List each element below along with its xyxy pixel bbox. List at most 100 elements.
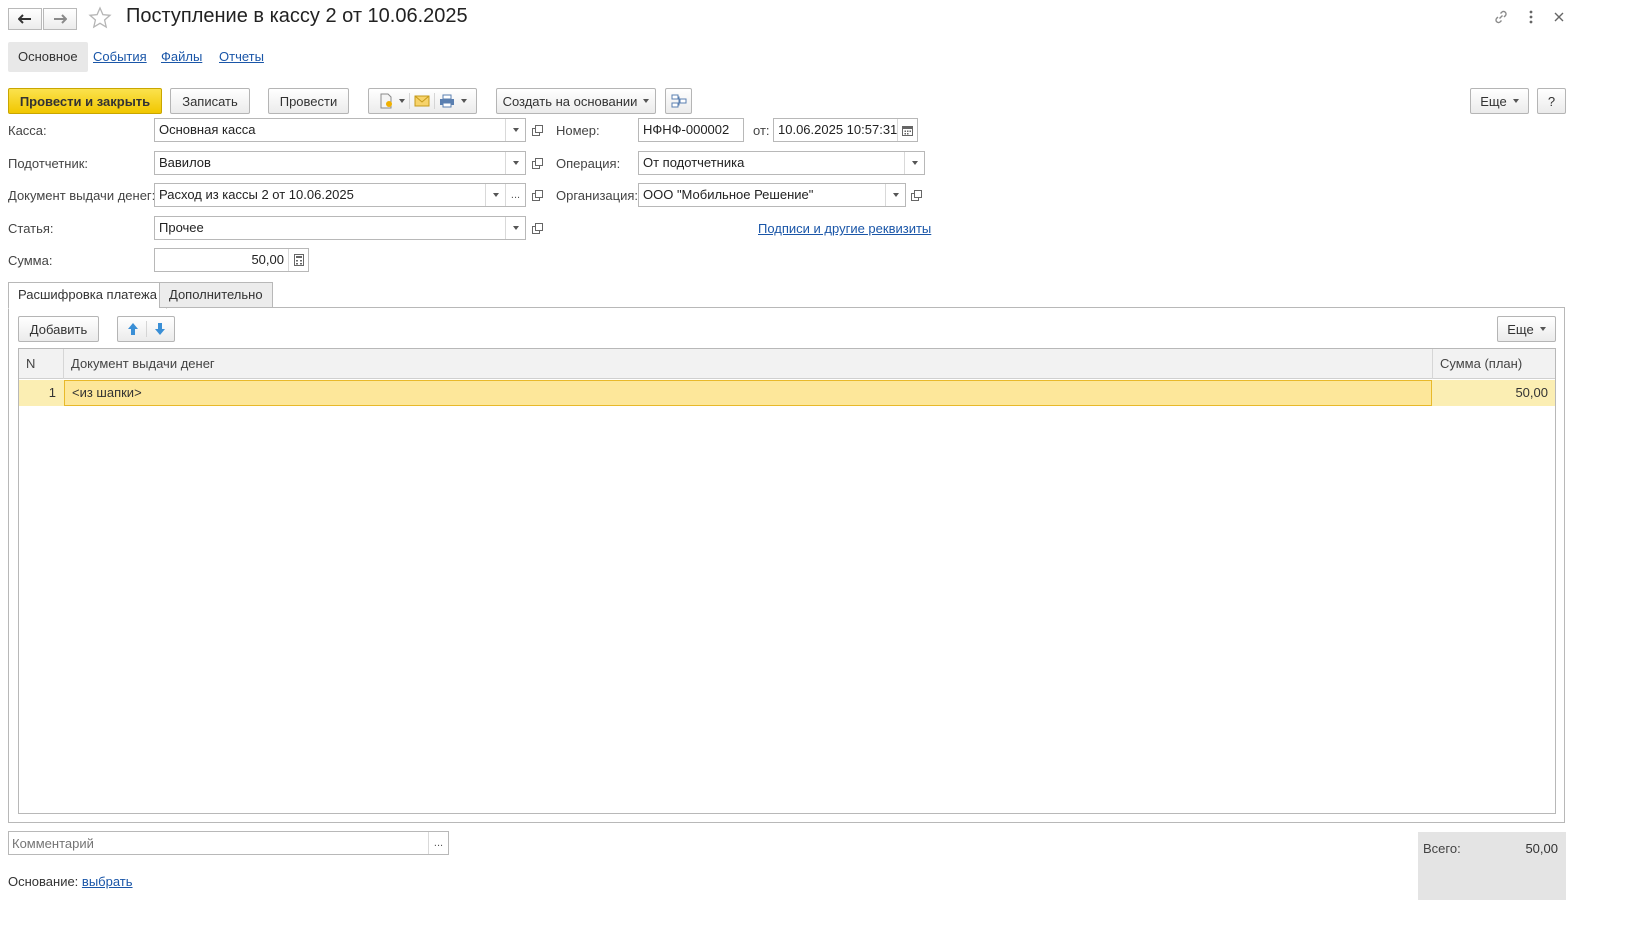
- column-header-document[interactable]: Документ выдачи денег: [64, 349, 1433, 379]
- structure-button[interactable]: [665, 88, 692, 114]
- podotchetnik-dropdown-button[interactable]: [505, 152, 525, 174]
- calendar-button[interactable]: [897, 119, 917, 141]
- calculator-icon: [293, 254, 304, 266]
- move-down-button[interactable]: [149, 322, 171, 336]
- osnovanie-label: Основание:: [8, 874, 79, 889]
- comment-input[interactable]: [9, 832, 428, 854]
- table-more-label: Еще: [1507, 321, 1534, 337]
- save-button[interactable]: Записать: [170, 88, 250, 114]
- totals-panel: Всего: 50,00: [1418, 832, 1566, 900]
- more-button[interactable]: Еще: [1470, 88, 1529, 114]
- statya-label: Статья:: [8, 221, 54, 236]
- total-value: 50,00: [1525, 841, 1558, 856]
- podotchetnik-field[interactable]: Вавилов: [154, 151, 526, 175]
- cell-n[interactable]: 1: [19, 380, 64, 406]
- summa-field[interactable]: 50,00: [154, 248, 309, 272]
- summa-label: Сумма:: [8, 253, 53, 268]
- comment-field[interactable]: ...: [8, 831, 449, 855]
- kassa-value: Основная касса: [159, 122, 256, 137]
- cell-sum[interactable]: 50,00: [1433, 380, 1556, 406]
- arrow-up-icon: [127, 323, 138, 335]
- podotchetnik-label: Подотчетник:: [8, 156, 89, 171]
- cell-document[interactable]: <из шапки>: [64, 380, 1432, 406]
- tab-rasshifrovka[interactable]: Расшифровка платежа: [8, 282, 167, 309]
- close-icon[interactable]: [1551, 9, 1567, 29]
- tab-sobytiya[interactable]: События: [83, 42, 157, 72]
- chevron-down-icon: [512, 226, 519, 230]
- date-field[interactable]: 10.06.2025 10:57:31: [773, 118, 918, 142]
- organizaciya-field[interactable]: ООО "Мобильное Решение": [638, 183, 906, 207]
- nomer-field[interactable]: НФНФ-000002: [638, 118, 744, 142]
- tab-dopolnitelno[interactable]: Дополнительно: [159, 282, 273, 308]
- kassa-open-button[interactable]: [528, 118, 546, 142]
- help-button[interactable]: ?: [1537, 88, 1566, 114]
- envelope-icon: [414, 95, 429, 107]
- open-window-icon: [910, 189, 922, 201]
- doc-vydachi-dropdown-button[interactable]: [485, 184, 505, 206]
- operaciya-field[interactable]: От подотчетника: [638, 151, 925, 175]
- calculator-button[interactable]: [288, 249, 308, 271]
- create-based-on-button[interactable]: Создать на основании: [496, 88, 656, 114]
- kassa-label: Касса:: [8, 123, 47, 138]
- table-row[interactable]: 1 <из шапки> 50,00: [19, 380, 1555, 406]
- chevron-down-icon: [892, 193, 899, 197]
- favorite-star-icon[interactable]: [88, 6, 112, 33]
- chevron-down-icon: [911, 161, 918, 165]
- organizaciya-dropdown-button[interactable]: [885, 184, 905, 206]
- link-icon[interactable]: [1493, 9, 1509, 29]
- podotchetnik-open-button[interactable]: [528, 151, 546, 175]
- forward-button[interactable]: [43, 8, 77, 30]
- create-based-on-label: Создать на основании: [502, 93, 638, 109]
- open-window-icon: [531, 157, 543, 169]
- doc-vydachi-value: Расход из кассы 2 от 10.06.2025: [159, 187, 354, 202]
- osnovanie-select-link[interactable]: выбрать: [82, 874, 133, 889]
- doc-vydachi-select-button[interactable]: ...: [505, 184, 525, 206]
- open-window-icon: [531, 222, 543, 234]
- table-more-button[interactable]: Еще: [1497, 316, 1556, 342]
- add-row-button[interactable]: Добавить: [18, 316, 99, 342]
- calendar-icon: [902, 125, 913, 136]
- tab-osnovnoe[interactable]: Основное: [8, 42, 88, 72]
- table-header: N Документ выдачи денег Сумма (план): [19, 349, 1555, 379]
- hierarchy-icon: [671, 94, 686, 108]
- email-button[interactable]: [414, 95, 430, 107]
- move-up-button[interactable]: [122, 322, 144, 336]
- document-attach-button[interactable]: [379, 93, 405, 109]
- date-label: от:: [753, 123, 770, 138]
- column-header-n[interactable]: N: [19, 349, 64, 379]
- comment-expand-button[interactable]: ...: [428, 832, 448, 854]
- kassa-dropdown-button[interactable]: [505, 119, 525, 141]
- doc-vydachi-field[interactable]: Расход из кассы 2 от 10.06.2025 ...: [154, 183, 526, 207]
- kassa-field[interactable]: Основная касса: [154, 118, 526, 142]
- payment-table: N Документ выдачи денег Сумма (план) 1 <…: [18, 348, 1556, 814]
- page-title: Поступление в кассу 2 от 10.06.2025: [126, 5, 468, 27]
- document-icon: [380, 93, 392, 109]
- operaciya-label: Операция:: [556, 156, 621, 171]
- open-window-icon: [531, 189, 543, 201]
- move-buttons: [117, 316, 175, 342]
- print-button[interactable]: [439, 94, 467, 108]
- doc-vydachi-open-button[interactable]: [528, 183, 546, 207]
- summa-value: 50,00: [251, 252, 284, 267]
- post-button[interactable]: Провести: [268, 88, 349, 114]
- arrow-down-icon: [154, 323, 165, 335]
- statya-dropdown-button[interactable]: [505, 217, 525, 239]
- total-label: Всего:: [1423, 841, 1461, 856]
- tab-faily[interactable]: Файлы: [151, 42, 212, 72]
- tab-otchety[interactable]: Отчеты: [209, 42, 274, 72]
- chevron-down-icon: [512, 128, 519, 132]
- statya-value: Прочее: [159, 220, 204, 235]
- organizaciya-open-button[interactable]: [907, 183, 925, 207]
- statya-field[interactable]: Прочее: [154, 216, 526, 240]
- operaciya-dropdown-button[interactable]: [904, 152, 924, 174]
- signatures-link[interactable]: Подписи и другие реквизиты: [758, 221, 931, 236]
- podotchetnik-value: Вавилов: [159, 155, 211, 170]
- post-and-close-button[interactable]: Провести и закрыть: [8, 88, 162, 114]
- back-button[interactable]: [8, 8, 42, 30]
- statya-open-button[interactable]: [528, 216, 546, 240]
- chevron-down-icon: [512, 161, 519, 165]
- column-header-sum[interactable]: Сумма (план): [1433, 349, 1556, 379]
- more-vertical-icon[interactable]: [1523, 9, 1539, 29]
- organizaciya-label: Организация:: [556, 188, 639, 203]
- chevron-down-icon: [492, 193, 499, 197]
